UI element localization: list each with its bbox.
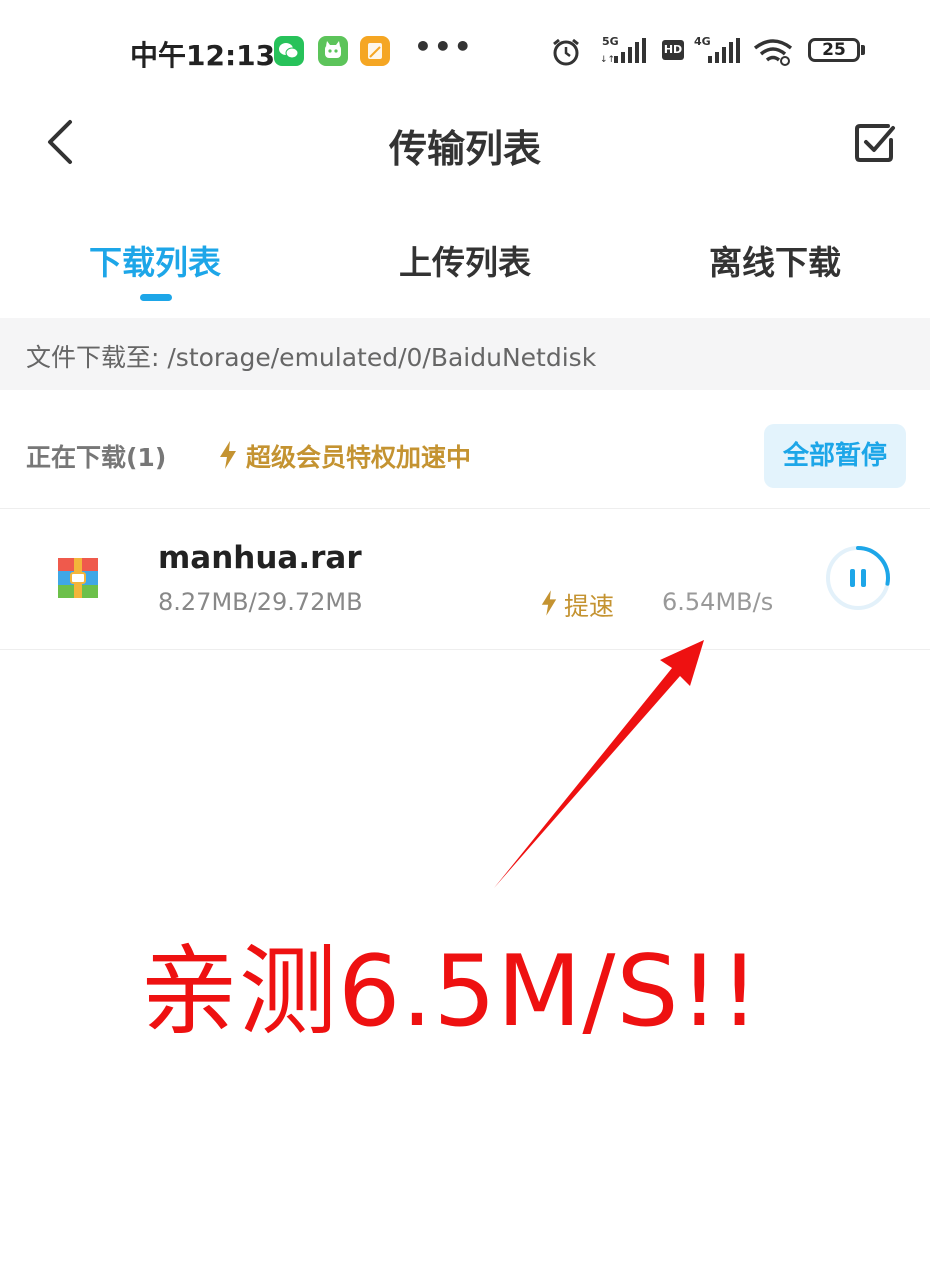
annotation-text: 亲测6.5M/S!!: [140, 935, 761, 1049]
vip-acceleration-label: 超级会员特权加速中: [246, 443, 472, 472]
status-time: 中午12:13: [130, 39, 276, 72]
battery-indicator: 25: [808, 38, 860, 62]
wifi-icon: [752, 38, 794, 70]
select-mode-button[interactable]: [848, 116, 902, 170]
pause-all-button[interactable]: 全部暂停: [764, 424, 906, 488]
cat-app-icon: [318, 36, 348, 66]
more-notifications-icon: •••: [414, 30, 474, 63]
wechat-icon: [274, 36, 304, 66]
pause-download-button[interactable]: [824, 544, 892, 612]
alarm-icon: [550, 36, 582, 72]
download-item-row[interactable]: [0, 509, 930, 649]
signal-icon-2: [694, 38, 742, 68]
speedup-link[interactable]: 提速: [564, 587, 614, 623]
downloading-section-title: 正在下载(1): [26, 443, 167, 472]
notes-app-icon: [360, 36, 390, 66]
speedup-lightning-icon: [540, 589, 558, 621]
tab-download-list[interactable]: 下载列表: [45, 236, 265, 284]
signal-icon-1: ↓↑: [600, 38, 648, 68]
pause-icon: [850, 569, 866, 587]
hd-voice-icon: HD: [662, 40, 684, 60]
download-speed: 6.54MB/s: [662, 588, 774, 616]
checkbox-icon: [855, 124, 895, 162]
progress-ring: [826, 546, 890, 610]
battery-tip: [861, 45, 865, 55]
tab-upload-list[interactable]: 上传列表: [355, 236, 575, 284]
lightning-icon: [218, 440, 238, 474]
download-path-text: 文件下载至: /storage/emulated/0/BaiduNetdisk: [26, 343, 597, 372]
file-progress-size: 8.27MB/29.72MB: [158, 588, 363, 616]
divider: [0, 649, 930, 650]
svg-text:↓↑: ↓↑: [600, 55, 615, 64]
page-title: 传输列表: [388, 127, 541, 171]
file-name: manhua.rar: [158, 540, 362, 576]
tab-offline-download[interactable]: 离线下载: [665, 236, 885, 284]
archive-file-icon: [56, 556, 100, 604]
active-tab-indicator: [140, 294, 172, 301]
